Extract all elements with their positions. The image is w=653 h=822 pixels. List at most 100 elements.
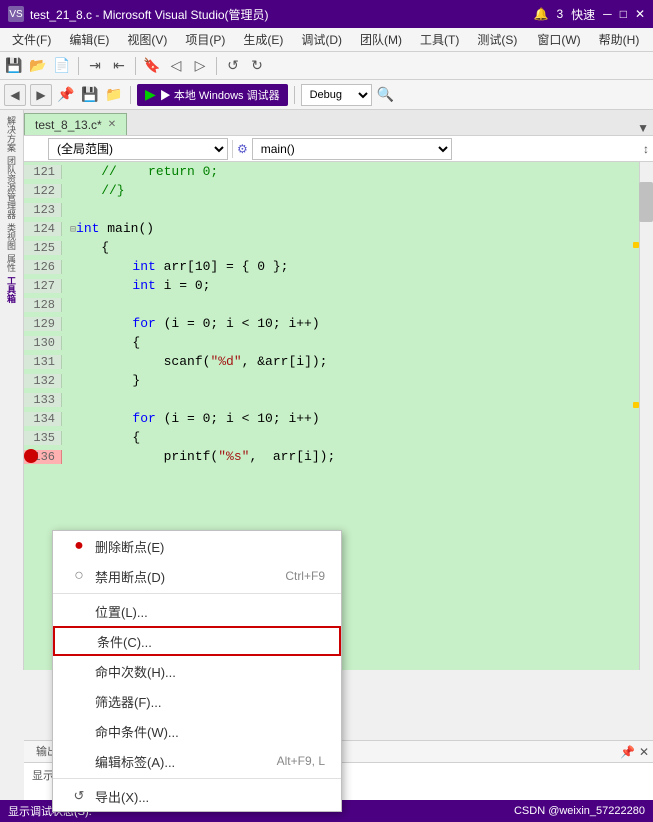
panel-close-btn[interactable]: ✕ xyxy=(639,745,649,759)
menu-build[interactable]: 生成(E) xyxy=(235,29,291,50)
ctx-export-label: 导出(X)... xyxy=(95,787,149,806)
code-line-132: 132 } xyxy=(24,371,653,390)
line-num-134: 134 xyxy=(24,412,62,426)
ctx-filter-label: 筛选器(F)... xyxy=(95,692,161,711)
ctx-edit-label[interactable]: 编辑标签(A)... Alt+F9, L xyxy=(53,746,341,776)
sidebar-properties[interactable]: 属性 xyxy=(3,252,20,274)
code-line-121: 121 // return 0; xyxy=(24,162,653,181)
toolbar-new-btn[interactable]: 📄 xyxy=(52,56,72,76)
line-content-124: ⊟int main() xyxy=(62,221,653,236)
line-num-128: 128 xyxy=(24,298,62,312)
toolbar-open-btn[interactable]: 📂 xyxy=(28,56,48,76)
ctx-delete-bp-left: ● 删除断点(E) xyxy=(69,536,164,556)
minimize-btn[interactable]: ─ xyxy=(603,7,612,21)
menu-help[interactable]: 帮助(H) xyxy=(591,29,648,50)
sidebar-team-explorer[interactable]: 团队资源管理器 xyxy=(3,154,20,221)
ctx-delete-breakpoint[interactable]: ● 删除断点(E) xyxy=(53,531,341,561)
ctx-export[interactable]: ↺ 导出(X)... xyxy=(53,781,341,811)
vs-icon: VS xyxy=(8,6,24,22)
tab-close-btn[interactable]: ✕ xyxy=(108,119,116,130)
line-num-129: 129 xyxy=(24,317,62,331)
notification-icon[interactable]: 🔔 xyxy=(534,7,549,21)
toolbar-nav-next-btn[interactable]: ▷ xyxy=(190,56,210,76)
menu-team[interactable]: 团队(M) xyxy=(352,29,410,50)
panel-pin-btn[interactable]: 📌 xyxy=(620,745,635,759)
ctx-sep1 xyxy=(53,593,341,594)
menu-edit[interactable]: 编辑(E) xyxy=(61,29,117,50)
left-sidebar: 解决方案 团队资源管理器 类视图 属性 工具箱 xyxy=(0,110,24,670)
sidebar-solution-explorer[interactable]: 解决方案 xyxy=(3,114,20,154)
menu-view[interactable]: 视图(V) xyxy=(119,29,175,50)
line-num-133: 133 xyxy=(24,393,62,407)
debug-mode-select[interactable]: Debug Release xyxy=(301,84,372,106)
scrollbar-thumb[interactable] xyxy=(639,182,653,222)
restore-btn[interactable]: □ xyxy=(620,7,627,21)
ctx-condition[interactable]: 条件(C)... xyxy=(53,626,341,656)
scope-right-arrow[interactable]: ↕ xyxy=(643,142,649,156)
line-content-125: { xyxy=(62,240,653,255)
ctx-condition-label: 条件(C)... xyxy=(97,632,152,651)
active-tab[interactable]: test_8_13.c* ✕ xyxy=(24,113,127,135)
ctx-location-left: 位置(L)... xyxy=(69,601,148,621)
status-right: CSDN @weixin_57222280 xyxy=(514,805,645,817)
line-content-135: { xyxy=(62,430,653,445)
toolbar-save-btn[interactable]: 💾 xyxy=(4,56,24,76)
toolbar-nav-prev-btn[interactable]: ◁ xyxy=(166,56,186,76)
code-line-128: 128 xyxy=(24,295,653,314)
nav-fwd-btn[interactable]: ▶ xyxy=(30,84,52,106)
breakpoint-indicator[interactable] xyxy=(24,449,38,463)
line-content-129: for (i = 0; i < 10; i++) xyxy=(62,316,653,331)
run-label: ▶ 本地 Windows 调试器 xyxy=(160,87,280,103)
toolbar-sep3 xyxy=(216,57,217,75)
line-content-132: } xyxy=(62,373,653,388)
sidebar-class-view[interactable]: 类视图 xyxy=(3,221,20,252)
menu-debug[interactable]: 调试(D) xyxy=(293,29,350,50)
line-num-130: 130 xyxy=(24,336,62,350)
toolbar-indent-btn[interactable]: ⇥ xyxy=(85,56,105,76)
line-num-126: 126 xyxy=(24,260,62,274)
func-icon: ⚙ xyxy=(237,142,248,156)
menu-tools[interactable]: 工具(T) xyxy=(412,29,467,50)
menu-window[interactable]: 窗口(W) xyxy=(529,29,588,50)
line-content-127: int i = 0; xyxy=(62,278,653,293)
ctx-hit-condition[interactable]: 命中条件(W)... xyxy=(53,716,341,746)
close-btn[interactable]: ✕ xyxy=(635,7,645,21)
ctx-disable-bp-shortcut: Ctrl+F9 xyxy=(285,569,325,583)
ctx-hit-count-label: 命中次数(H)... xyxy=(95,662,176,681)
save2-btn[interactable]: 💾 xyxy=(80,85,100,105)
pin-btn[interactable]: 📌 xyxy=(56,85,76,105)
ctx-hit-count-left: 命中次数(H)... xyxy=(69,661,176,681)
code-line-129: 129 for (i = 0; i < 10; i++) xyxy=(24,314,653,333)
nav-back-btn[interactable]: ◀ xyxy=(4,84,26,106)
menu-project[interactable]: 项目(P) xyxy=(177,29,233,50)
toolbar-sep1 xyxy=(78,57,79,75)
file-btn[interactable]: 📁 xyxy=(104,85,124,105)
quick-btn[interactable]: 快速 xyxy=(571,6,595,23)
tab-options-btn[interactable]: ▼ xyxy=(637,121,653,135)
line-num-135: 135 xyxy=(24,431,62,445)
toolbar-outdent-btn[interactable]: ⇤ xyxy=(109,56,129,76)
menu-test[interactable]: 测试(S) xyxy=(469,29,525,50)
run-button[interactable]: ▶ ▶ 本地 Windows 调试器 xyxy=(137,84,288,106)
code-line-135: 135 { xyxy=(24,428,653,447)
ctx-delete-bp-label: 删除断点(E) xyxy=(95,537,164,556)
code-line-126: 126 int arr[10] = { 0 }; xyxy=(24,257,653,276)
scope-select[interactable]: (全局范围) xyxy=(48,138,228,160)
func-select[interactable]: main() xyxy=(252,138,452,160)
menu-file[interactable]: 文件(F) xyxy=(4,29,59,50)
filter-icon xyxy=(69,691,89,711)
toolbar-undo-btn[interactable]: ↺ xyxy=(223,56,243,76)
sidebar-tools[interactable]: 工具箱 xyxy=(3,274,20,305)
code-line-127: 127 int i = 0; xyxy=(24,276,653,295)
editor-scrollbar[interactable] xyxy=(639,162,653,670)
menu-bar: 文件(F) 编辑(E) 视图(V) 项目(P) 生成(E) 调试(D) 团队(M… xyxy=(0,28,653,52)
hit-count-icon xyxy=(69,661,89,681)
search-btn[interactable]: 🔍 xyxy=(376,85,396,105)
ctx-disable-breakpoint[interactable]: ○ 禁用断点(D) Ctrl+F9 xyxy=(53,561,341,591)
ctx-hit-count[interactable]: 命中次数(H)... xyxy=(53,656,341,686)
toolbar-bookmark-btn[interactable]: 🔖 xyxy=(142,56,162,76)
code-line-122: 122 //} xyxy=(24,181,653,200)
toolbar-redo-btn[interactable]: ↻ xyxy=(247,56,267,76)
ctx-filter[interactable]: 筛选器(F)... xyxy=(53,686,341,716)
ctx-location[interactable]: 位置(L)... xyxy=(53,596,341,626)
